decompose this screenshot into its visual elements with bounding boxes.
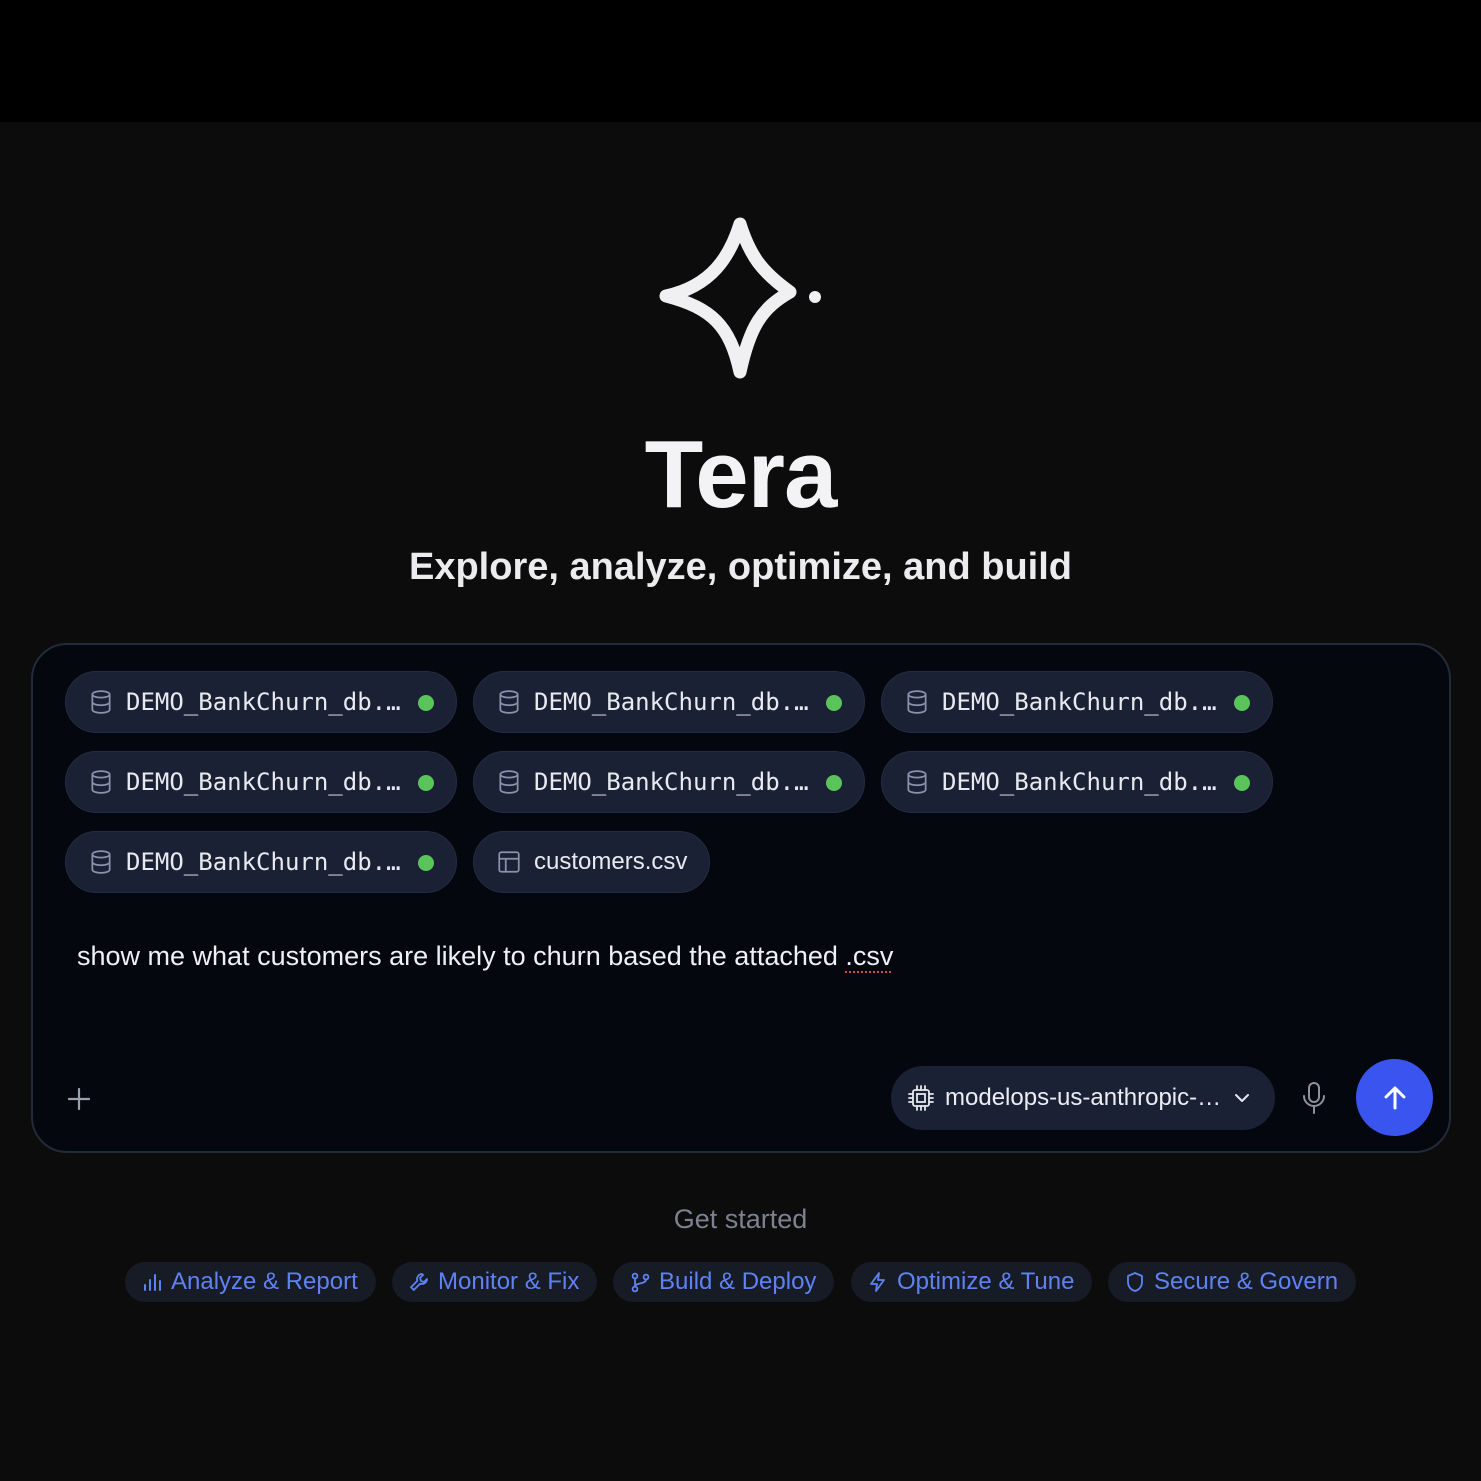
status-indicator-connected	[826, 775, 842, 791]
top-bar	[0, 0, 1481, 122]
database-icon	[91, 770, 111, 794]
lightning-icon	[870, 1272, 885, 1292]
attachment-chip-database[interactable]: DEMO_BankChurn_db.…	[65, 831, 457, 893]
model-selector[interactable]: modelops-us-anthropic-…	[891, 1066, 1275, 1130]
action-secure-govern[interactable]: Secure & Govern	[1108, 1262, 1357, 1302]
chat-composer: DEMO_BankChurn_db.… DEMO_BankChurn_db.… …	[31, 643, 1451, 1153]
attachment-label: customers.csv	[534, 848, 688, 875]
attachment-label: DEMO_BankChurn_db.…	[126, 768, 401, 796]
cpu-icon	[908, 1085, 934, 1111]
prompt-text-flagged: .csv	[845, 941, 894, 971]
action-label: Monitor & Fix	[438, 1268, 580, 1295]
action-label: Secure & Govern	[1154, 1268, 1339, 1295]
model-selector-label: modelops-us-anthropic-…	[945, 1084, 1222, 1111]
attachment-chip-database[interactable]: DEMO_BankChurn_db.…	[473, 671, 865, 733]
app-title: Tera	[644, 421, 838, 528]
database-icon	[499, 770, 519, 794]
git-branch-icon	[631, 1272, 650, 1293]
get-started-heading: Get started	[673, 1204, 808, 1234]
database-icon	[91, 690, 111, 714]
attachment-chip-database[interactable]: DEMO_BankChurn_db.…	[881, 671, 1273, 733]
database-icon	[907, 770, 927, 794]
status-indicator-connected	[1234, 695, 1250, 711]
bar-chart-icon	[144, 1274, 161, 1291]
action-monitor-fix[interactable]: Monitor & Fix	[392, 1262, 598, 1302]
action-label: Optimize & Tune	[897, 1268, 1075, 1295]
action-optimize-tune[interactable]: Optimize & Tune	[851, 1262, 1093, 1302]
attachment-label: DEMO_BankChurn_db.…	[942, 768, 1217, 796]
plus-icon[interactable]	[61, 1081, 97, 1117]
database-icon	[91, 850, 111, 874]
arrow-up-icon	[1384, 1086, 1405, 1109]
wrench-icon	[410, 1273, 428, 1291]
database-icon	[499, 690, 519, 714]
prompt-input[interactable]: show me what customers are likely to chu…	[77, 941, 893, 972]
chevron-down-icon	[1235, 1094, 1249, 1102]
send-button[interactable]	[1356, 1059, 1433, 1136]
table-icon	[498, 851, 520, 873]
attachment-chip-database[interactable]: DEMO_BankChurn_db.…	[881, 751, 1273, 813]
attachment-label: DEMO_BankChurn_db.…	[126, 688, 401, 716]
status-indicator-connected	[826, 695, 842, 711]
microphone-icon[interactable]	[1299, 1081, 1329, 1115]
action-build-deploy[interactable]: Build & Deploy	[613, 1262, 835, 1302]
shield-icon	[1127, 1272, 1143, 1292]
attachment-chip-file[interactable]: customers.csv	[473, 831, 710, 893]
status-indicator-connected	[418, 775, 434, 791]
attachment-label: DEMO_BankChurn_db.…	[534, 768, 809, 796]
action-label: Build & Deploy	[659, 1268, 817, 1295]
action-label: Analyze & Report	[171, 1268, 358, 1295]
attachment-chip-database[interactable]: DEMO_BankChurn_db.…	[65, 671, 457, 733]
attachment-label: DEMO_BankChurn_db.…	[942, 688, 1217, 716]
attachment-chip-database[interactable]: DEMO_BankChurn_db.…	[65, 751, 457, 813]
action-analyze-report[interactable]: Analyze & Report	[125, 1262, 376, 1302]
attachment-chip-database[interactable]: DEMO_BankChurn_db.…	[473, 751, 865, 813]
attachment-label: DEMO_BankChurn_db.…	[126, 848, 401, 876]
sparkle-logo-icon	[659, 217, 821, 379]
database-icon	[907, 690, 927, 714]
status-indicator-connected	[418, 855, 434, 871]
status-indicator-connected	[418, 695, 434, 711]
app-subtitle: Explore, analyze, optimize, and build	[408, 546, 1072, 588]
prompt-text: show me what customers are likely to chu…	[77, 941, 846, 971]
status-indicator-connected	[1234, 775, 1250, 791]
attachment-label: DEMO_BankChurn_db.…	[534, 688, 809, 716]
